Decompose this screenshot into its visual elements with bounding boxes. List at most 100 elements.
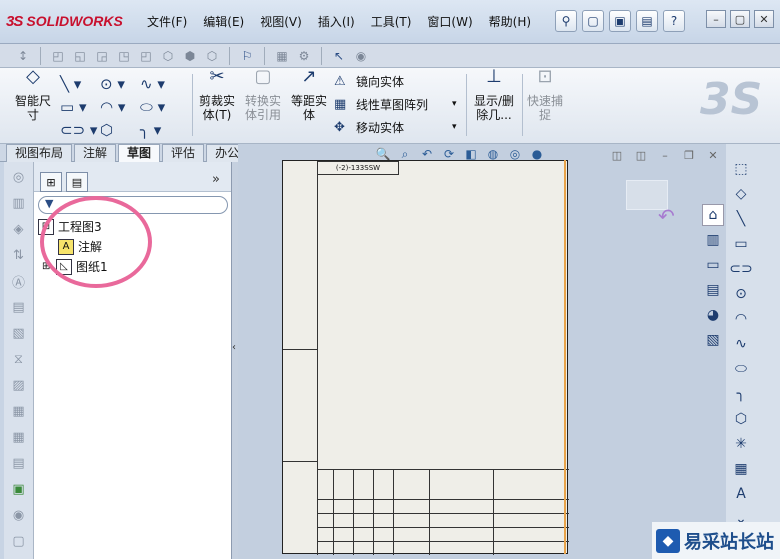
doc-close-icon[interactable]: ✕ — [704, 148, 722, 162]
layer-icon[interactable]: ◉ — [8, 504, 30, 526]
rectangle-icon[interactable]: ▭ ▾ — [60, 95, 100, 118]
tab-annotation[interactable]: 注解 — [74, 144, 117, 162]
offset-entities-button[interactable]: ↗ 等距实体 — [288, 68, 330, 140]
quick-snaps-button[interactable]: ⊡ 快速捕捉 — [524, 68, 566, 140]
dropdown-arrow-icon[interactable]: ▾ — [452, 99, 457, 109]
doc-minimize-icon[interactable]: – — [656, 148, 674, 162]
text-tool-icon[interactable]: A — [730, 483, 752, 505]
dimension-icon[interactable]: ◇ — [730, 183, 752, 205]
pin-icon[interactable]: ⚲ — [555, 10, 577, 32]
line-tool-icon[interactable]: ╲ — [730, 208, 752, 230]
arc-icon[interactable]: ◠ ▾ — [100, 95, 140, 118]
view-left-icon[interactable]: ◲ — [93, 47, 111, 65]
fillet-icon[interactable]: ╮ ▾ — [140, 118, 180, 141]
move-entities-button[interactable]: ✥ 移动实体 ▾ — [334, 118, 457, 136]
color-table-icon[interactable]: ▣ — [8, 478, 30, 500]
circle-tool-icon[interactable]: ⊙ — [730, 283, 752, 305]
spline-icon[interactable]: ∿ ▾ — [140, 72, 180, 95]
drawing-sheet[interactable]: (-2)-133SSW — [282, 160, 569, 555]
section-view-icon[interactable]: ⇅ — [8, 244, 30, 266]
property-manager-tab-icon[interactable]: ▤ — [66, 172, 88, 192]
point-tool-icon[interactable]: ✳ — [730, 433, 752, 455]
save-icon[interactable]: ▤ — [636, 10, 658, 32]
solidworks-logo[interactable]: 3S SOLIDWORKS — [6, 8, 134, 34]
collapse-arrow-icon[interactable]: ‹ — [232, 342, 236, 353]
display-delete-relations-button[interactable]: ⊥ 显示/删除几... — [470, 68, 518, 140]
menu-insert[interactable]: 插入(I) — [311, 10, 362, 34]
menu-help[interactable]: 帮助(H) — [482, 10, 538, 34]
ellipse-icon[interactable]: ⬭ ▾ — [140, 95, 180, 118]
slot-icon[interactable]: ⊂⊃ ▾ — [60, 118, 100, 141]
menu-edit[interactable]: 编辑(E) — [196, 10, 251, 34]
smart-dimension-button[interactable]: ◇ 智能尺寸 — [10, 68, 56, 140]
view-bottom-icon[interactable]: ⬡ — [159, 47, 177, 65]
menu-view[interactable]: 视图(V) — [253, 10, 309, 34]
view-front-icon[interactable]: ◰ — [49, 47, 67, 65]
tab-evaluate[interactable]: 评估 — [162, 144, 205, 162]
home-icon[interactable]: ⌂ — [702, 204, 724, 226]
crop-view-icon[interactable]: ⧖ — [8, 348, 30, 370]
break-view-icon[interactable]: ▧ — [8, 322, 30, 344]
relative-view-icon[interactable]: ▦ — [8, 400, 30, 422]
open-folder-icon[interactable]: ▣ — [609, 10, 631, 32]
grid-tool-icon[interactable]: ▦ — [730, 458, 752, 480]
tab-sketch[interactable]: 草图 — [118, 144, 161, 162]
file-explorer-icon[interactable]: ▭ — [702, 254, 724, 276]
mirror-entities-button[interactable]: ⚠ 镜向实体 — [334, 72, 457, 90]
dropdown-arrow-icon[interactable]: ▾ — [452, 122, 457, 132]
custom-properties-icon[interactable]: ▧ — [702, 329, 724, 351]
view-normal-icon[interactable]: ⬡ — [203, 47, 221, 65]
menu-tools[interactable]: 工具(T) — [364, 10, 419, 34]
fillet-tool-icon[interactable]: ╮ — [730, 383, 752, 405]
confirmation-arrow-icon[interactable]: ↶ — [658, 204, 675, 228]
polygon-icon[interactable]: ⬡ — [100, 118, 140, 141]
axis-icon[interactable]: ↕ — [14, 47, 32, 65]
trim-entities-button[interactable]: ✂ 剪裁实体(T) — [196, 68, 238, 140]
line-icon[interactable]: ╲ ▾ — [60, 72, 100, 95]
menu-file[interactable]: 文件(F) — [140, 10, 194, 34]
convert-entities-button[interactable]: ▢ 转换实体引用 — [240, 68, 286, 140]
view-right-icon[interactable]: ◳ — [115, 47, 133, 65]
arc-tool-icon[interactable]: ◠ — [730, 308, 752, 330]
spline-tool-icon[interactable]: ∿ — [730, 333, 752, 355]
rectangle-tool-icon[interactable]: ▭ — [730, 233, 752, 255]
tab-view-layout[interactable]: 视图布局 — [6, 144, 73, 162]
auxiliary-view-icon[interactable]: ◈ — [8, 218, 30, 240]
graphics-area[interactable]: 🔍 ⌕ ↶ ⟳ ◧ ◍ ◎ ● ◫ ◫ – ❐ ✕ ↶ (-2)-133SSW — [238, 144, 726, 559]
expand-panel-icon[interactable]: » — [212, 172, 220, 187]
tile-left-icon[interactable]: ◫ — [608, 148, 626, 162]
ellipse-tool-icon[interactable]: ⬭ — [730, 358, 752, 380]
help-icon[interactable]: ? — [663, 10, 685, 32]
view-back-icon[interactable]: ◱ — [71, 47, 89, 65]
projected-view-icon[interactable]: ▥ — [8, 192, 30, 214]
doc-restore-icon[interactable]: ❐ — [680, 148, 698, 162]
view-top-icon[interactable]: ◰ — [137, 47, 155, 65]
properties-icon[interactable]: ▦ — [273, 47, 291, 65]
new-file-icon[interactable]: ▢ — [582, 10, 604, 32]
view-palette-icon[interactable]: ▤ — [702, 279, 724, 301]
menu-window[interactable]: 窗口(W) — [420, 10, 479, 34]
appearance-icon[interactable]: ◉ — [352, 47, 370, 65]
detail-view-icon[interactable]: Ⓐ — [8, 270, 30, 292]
close-icon[interactable]: ✕ — [754, 10, 774, 28]
alternate-view-icon[interactable]: ▨ — [8, 374, 30, 396]
options-icon[interactable]: ⚙ — [295, 47, 313, 65]
bom-icon[interactable]: ▤ — [8, 452, 30, 474]
circle-icon[interactable]: ⊙ ▾ — [100, 72, 140, 95]
table-icon[interactable]: ▦ — [8, 426, 30, 448]
minimize-icon[interactable]: – — [706, 10, 726, 28]
model-view-icon[interactable]: ◎ — [8, 166, 30, 188]
view-iso-icon[interactable]: ⬢ — [181, 47, 199, 65]
broken-view-icon[interactable]: ▤ — [8, 296, 30, 318]
polygon-tool-icon[interactable]: ⬡ — [730, 408, 752, 430]
slot-tool-icon[interactable]: ⊂⊃ — [729, 258, 752, 280]
sketch-icon[interactable]: ⬚ — [730, 158, 752, 180]
design-library-icon[interactable]: ▥ — [702, 229, 724, 251]
restore-icon[interactable]: ▢ — [730, 10, 750, 28]
block-icon[interactable]: ▢ — [8, 530, 30, 552]
tile-right-icon[interactable]: ◫ — [632, 148, 650, 162]
feature-tree-tab-icon[interactable]: ⊞ — [40, 172, 62, 192]
select-arrow-icon[interactable]: ↖ — [330, 47, 348, 65]
appearances-icon[interactable]: ◕ — [702, 304, 724, 326]
rebuild-icon[interactable]: ⚐ — [238, 47, 256, 65]
